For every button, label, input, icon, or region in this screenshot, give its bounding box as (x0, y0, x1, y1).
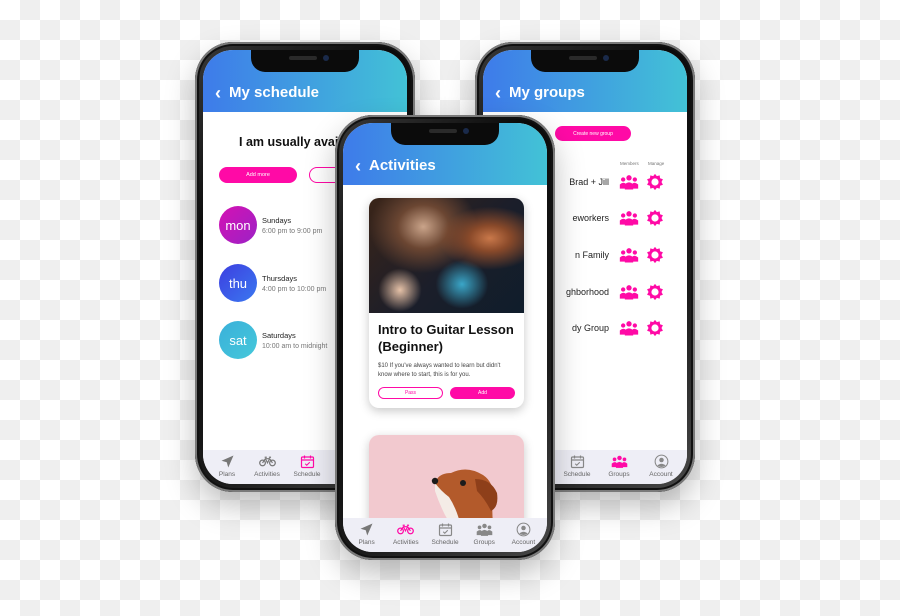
guitar-player-photo (369, 198, 524, 313)
tab-label: Groups (473, 539, 495, 546)
tab-schedule[interactable]: Schedule (425, 522, 464, 552)
activity-title: Intro to Guitar Lesson (Beginner) (378, 322, 514, 354)
members-icon[interactable] (619, 209, 639, 227)
group-name: dy Group (571, 323, 609, 333)
calendar-check-icon (437, 522, 454, 537)
phone-notch (251, 50, 359, 72)
tab-activities[interactable]: Activities (247, 454, 287, 484)
gear-icon[interactable] (645, 173, 665, 191)
calendar-check-icon (569, 454, 586, 469)
navigation-arrow-icon (358, 522, 375, 537)
chevron-left-icon[interactable]: ‹ (495, 84, 501, 102)
schedule-day: Sundays (262, 215, 292, 225)
schedule-time: 10:00 am to midnight (262, 342, 328, 350)
tab-label: Plans (218, 471, 236, 478)
schedule-day: Thursdays (262, 273, 298, 283)
pass-button[interactable]: Pass (378, 387, 443, 399)
schedule-day: Saturdays (262, 330, 296, 340)
tab-label: Account (649, 471, 673, 478)
group-icon (611, 454, 628, 469)
tab-bar: Plans Activities Schedule Groups Account (343, 518, 547, 552)
add-more-button[interactable]: Add more (219, 167, 297, 183)
bicycle-icon (397, 522, 414, 537)
tab-label: Schedule (563, 471, 591, 478)
tab-account[interactable]: Account (504, 522, 543, 552)
tab-label: Groups (608, 471, 630, 478)
tab-account[interactable]: Account (641, 454, 681, 484)
phone-notch (391, 123, 499, 145)
phone-notch (531, 50, 639, 72)
schedule-time: 4:00 pm to 10:00 pm (262, 285, 327, 293)
group-name: n Family (574, 250, 609, 260)
bicycle-icon (259, 454, 276, 469)
account-icon (515, 522, 532, 537)
gear-icon[interactable] (645, 283, 665, 301)
activity-description: $10 If you've always wanted to learn but… (378, 363, 501, 378)
schedule-item[interactable]: thu Thursdays 4:00 pm to 10:00 pm (219, 264, 326, 302)
gear-icon[interactable] (645, 319, 665, 337)
tab-label: Activities (392, 539, 419, 546)
activities-screen: ‹ Activities Intro to Guitar Lesson (Beg… (343, 123, 547, 552)
schedule-item[interactable]: sat Saturdays 10:00 am to midnight (219, 321, 327, 359)
page-title: My schedule (229, 84, 320, 101)
account-icon (653, 454, 670, 469)
day-badge: mon (219, 206, 257, 244)
members-icon[interactable] (619, 173, 639, 191)
tab-plans[interactable]: Plans (347, 522, 386, 552)
day-badge: thu (219, 264, 257, 302)
group-name: eworkers (572, 213, 609, 223)
group-name: Brad + Jill (569, 177, 609, 187)
phone-activities: ‹ Activities Intro to Guitar Lesson (Beg… (335, 115, 555, 560)
members-icon[interactable] (619, 246, 639, 264)
create-group-button[interactable]: Create new group (555, 126, 631, 141)
tab-schedule[interactable]: Schedule (557, 454, 597, 484)
schedule-item[interactable]: mon Sundays 6:00 pm to 9:00 pm (219, 206, 322, 244)
add-button[interactable]: Add (450, 387, 515, 399)
calendar-check-icon (299, 454, 316, 469)
tab-plans[interactable]: Plans (207, 454, 247, 484)
activity-card[interactable]: Intro to Guitar Lesson (Beginner) $10 If… (369, 198, 524, 408)
group-icon (476, 522, 493, 537)
tab-schedule[interactable]: Schedule (287, 454, 327, 484)
schedule-time: 6:00 pm to 9:00 pm (262, 227, 323, 235)
gear-icon[interactable] (645, 209, 665, 227)
tab-label: Schedule (293, 471, 321, 478)
gear-icon[interactable] (645, 246, 665, 264)
tab-activities[interactable]: Activities (386, 522, 425, 552)
chevron-left-icon[interactable]: ‹ (355, 157, 361, 175)
availability-heading: I am usually availa (239, 135, 349, 149)
page-title: My groups (509, 84, 585, 101)
members-icon[interactable] (619, 283, 639, 301)
tab-groups[interactable]: Groups (465, 522, 504, 552)
members-icon[interactable] (619, 319, 639, 337)
chevron-left-icon[interactable]: ‹ (215, 84, 221, 102)
tab-label: Account (511, 539, 536, 546)
navigation-arrow-icon (219, 454, 236, 469)
day-badge: sat (219, 321, 257, 359)
page-title: Activities (369, 157, 436, 174)
tab-label: Activities (254, 471, 280, 478)
tab-groups[interactable]: Groups (599, 454, 639, 484)
tab-label: Schedule (431, 539, 459, 546)
group-name: ghborhood (565, 287, 609, 297)
members-column-header: Members (620, 161, 639, 166)
manage-column-header: Manage (648, 161, 665, 166)
tab-label: Plans (358, 539, 375, 546)
